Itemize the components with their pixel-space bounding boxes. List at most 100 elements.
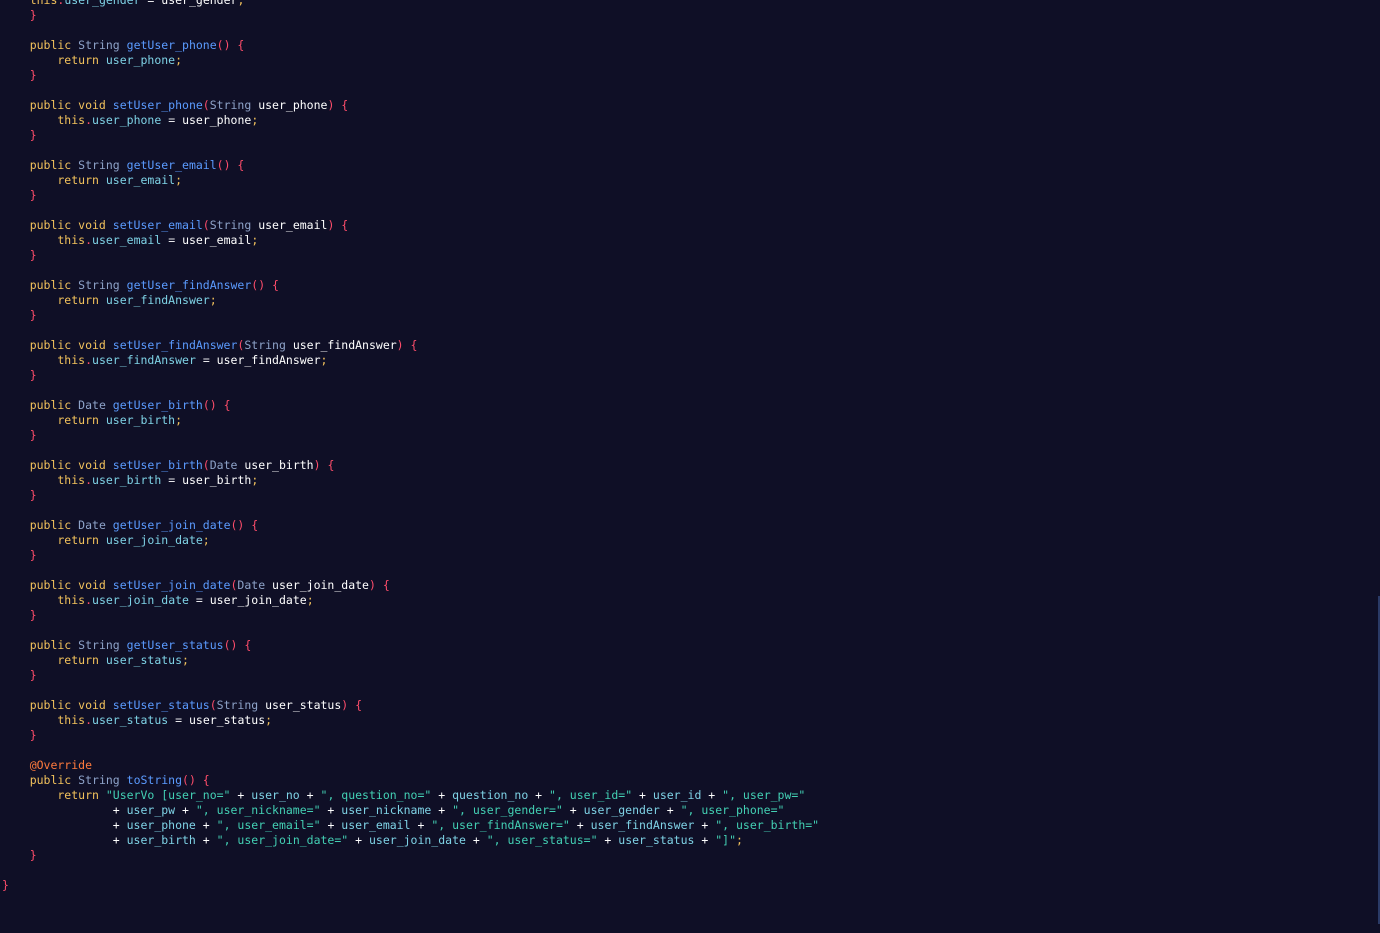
code-token: return [2,53,106,67]
code-token: = [140,0,162,7]
code-line[interactable]: ​ [0,83,1380,98]
code-line[interactable]: public void setUser_phone(String user_ph… [0,98,1380,113]
code-line[interactable]: } [0,548,1380,563]
code-line[interactable]: } [0,608,1380,623]
code-line[interactable]: ​ [0,263,1380,278]
code-line[interactable]: } [0,488,1380,503]
code-line[interactable]: return user_email; [0,173,1380,188]
code-line[interactable]: } [0,368,1380,383]
code-line[interactable]: + user_phone + ", user_email=" + user_em… [0,818,1380,833]
code-line[interactable]: return user_join_date; [0,533,1380,548]
code-token: ; [175,53,183,67]
code-line[interactable]: } [0,188,1380,203]
code-token: ( [202,458,210,472]
code-line[interactable]: public String getUser_phone() { [0,38,1380,53]
code-token: getUser_birth [112,398,203,412]
code-line[interactable]: this.user_join_date = user_join_date; [0,593,1380,608]
code-line[interactable]: ​ [0,443,1380,458]
code-token: user_id [652,788,702,802]
code-line[interactable]: } [0,428,1380,443]
code-line[interactable]: ​ [0,743,1380,758]
code-line[interactable]: this.user_findAnswer = user_findAnswer; [0,353,1380,368]
code-line[interactable]: this.user_phone = user_phone; [0,113,1380,128]
code-token: user_email [92,233,162,247]
code-line[interactable]: } [0,8,1380,23]
code-line[interactable]: public void setUser_status(String user_s… [0,698,1380,713]
code-token: () { [216,158,245,172]
code-line[interactable]: public String getUser_findAnswer() { [0,278,1380,293]
code-line[interactable]: public Date getUser_join_date() { [0,518,1380,533]
code-line[interactable]: + user_birth + ", user_join_date=" + use… [0,833,1380,848]
code-line[interactable]: ​ [0,503,1380,518]
code-line[interactable]: return user_findAnswer; [0,293,1380,308]
code-token: user_nickname [341,803,432,817]
code-line[interactable]: this.user_birth = user_birth; [0,473,1380,488]
code-line[interactable]: } [0,308,1380,323]
code-token: } [2,878,9,892]
code-token: this [2,113,86,127]
code-line[interactable]: ​ [0,863,1380,878]
code-line[interactable]: public void setUser_email(String user_em… [0,218,1380,233]
code-line[interactable]: ​ [0,563,1380,578]
code-line[interactable]: } [0,68,1380,83]
code-line[interactable]: public String getUser_email() { [0,158,1380,173]
code-line[interactable]: ​ [0,623,1380,638]
code-line[interactable]: ​ [0,203,1380,218]
code-line[interactable]: } [0,248,1380,263]
code-token: = [161,113,183,127]
code-token: user_no [251,788,300,802]
code-token: } [2,68,37,82]
code-line[interactable]: return "UserVo [user_no=" + user_no + ",… [0,788,1380,803]
code-line[interactable]: return user_status; [0,653,1380,668]
code-token: return [2,173,106,187]
code-line[interactable]: } [0,848,1380,863]
code-line[interactable]: this.user_status = user_status; [0,713,1380,728]
code-line[interactable]: public String toString() { [0,773,1380,788]
code-token: String [244,338,293,352]
code-line[interactable]: public void setUser_findAnswer(String us… [0,338,1380,353]
code-token: return [2,413,106,427]
code-token: String [209,98,259,112]
code-token: ", user_email=" [216,818,321,832]
code-editor[interactable]: this.user_gender = user_gender; }​ publi… [0,0,1380,933]
code-token: user_phone [105,53,176,67]
code-line[interactable]: return user_birth; [0,413,1380,428]
code-line[interactable]: ​ [0,143,1380,158]
code-token: () { [202,398,231,412]
code-token: ; [175,173,183,187]
code-line[interactable]: this.user_email = user_email; [0,233,1380,248]
code-token: public [2,773,79,787]
code-token: + [569,818,591,832]
code-token: public [2,518,79,532]
code-line[interactable]: this.user_gender = user_gender; [0,0,1380,8]
code-line[interactable]: ​ [0,683,1380,698]
code-token: user_join_date [92,593,189,607]
code-line[interactable]: @Override [0,758,1380,773]
code-line[interactable]: public void setUser_birth(Date user_birt… [0,458,1380,473]
code-line[interactable]: + user_pw + ", user_nickname=" + user_ni… [0,803,1380,818]
code-line[interactable]: public Date getUser_birth() { [0,398,1380,413]
code-line[interactable]: ​ [0,383,1380,398]
code-token: ", user_phone=" [680,803,785,817]
code-token: = [161,233,183,247]
code-token: user_join_date [105,533,203,547]
code-line[interactable]: ​ [0,23,1380,38]
code-token: } [2,848,37,862]
code-token: this [2,233,86,247]
code-token: ", user_status=" [486,833,598,847]
code-line[interactable]: } [0,878,1380,893]
code-token: user_findAnswer [590,818,695,832]
code-line[interactable]: } [0,128,1380,143]
code-token: () { [251,278,279,292]
code-line[interactable]: public void setUser_join_date(Date user_… [0,578,1380,593]
code-line[interactable]: } [0,668,1380,683]
code-line[interactable]: public String getUser_status() { [0,638,1380,653]
code-line[interactable]: return user_phone; [0,53,1380,68]
code-token: ", user_gender=" [452,803,563,817]
code-line[interactable]: ​ [0,323,1380,338]
code-token: user_email [341,818,411,832]
code-token: () { [182,773,210,787]
code-token: + [230,788,252,802]
code-line[interactable]: } [0,728,1380,743]
code-token: user_status [92,713,169,727]
